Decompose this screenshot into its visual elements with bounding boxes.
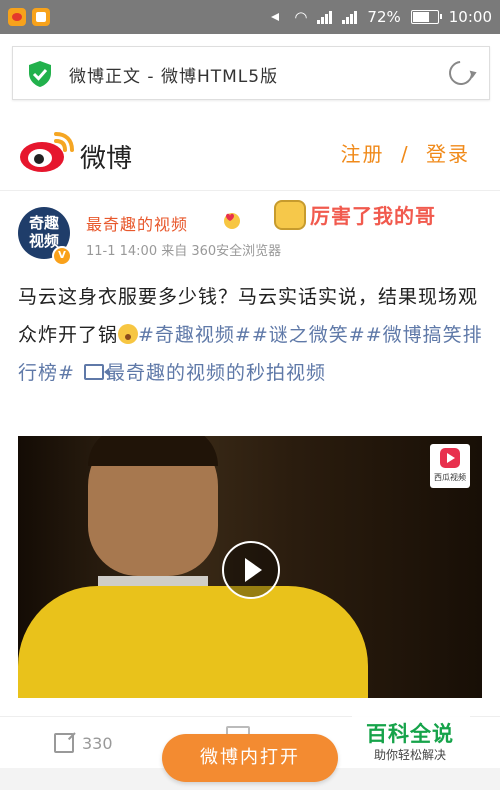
video-link[interactable]: 最奇趣的视频的秒拍视频 [106,362,326,384]
video-source-label: 西瓜视频 [434,473,466,482]
auth-links: 注册 / 登录 [341,138,470,167]
watermark-subtitle: 助你轻松解决 [374,748,447,762]
xigua-play-icon [440,448,460,468]
watermark-title: 百科全说 [366,722,454,746]
video-person-sweater [18,586,368,698]
avatar-text-line1: 奇趣 [28,214,59,232]
app-name: 微博 [80,144,133,174]
post-text: 马云这身衣服要多少钱？马云实话实说，结果现场观众炸开了锅 #奇趣视频##谜之微笑#… [18,278,488,392]
open-in-app-button[interactable]: 微博内打开 [162,734,338,782]
author-name[interactable]: 最奇趣的视频 [86,211,188,235]
register-link[interactable]: 注册 [341,138,385,167]
xigua-video-logo: 西瓜视频 [430,444,470,488]
decoration-sticker: 厉害了我的哥 [270,194,470,232]
shield-check-icon [29,61,51,87]
video-person-hair [88,436,218,466]
login-link[interactable]: 登录 [426,138,470,167]
photo-app-icon [32,8,50,26]
sticker-text: 厉害了我的哥 [310,204,436,228]
thumbs-up-icon [274,200,306,230]
site-header: 微博 注册 / 登录 [0,112,500,191]
share-button[interactable]: 330 [54,733,113,753]
heart-eyes-emoji-icon [224,213,240,229]
signal-icon [342,10,358,24]
page-url-title[interactable]: 微博正文 - 微博HTML5版 [69,62,278,87]
video-icon [83,364,109,380]
status-bar: ◠ 72% 10:00 [0,0,500,34]
signal-icon [317,10,333,24]
auth-separator: / [400,142,410,166]
hashtag-link[interactable]: #谜之微笑# [252,324,366,346]
battery-percent: 72% [367,8,401,26]
play-button[interactable] [222,541,280,599]
surprised-emoji-icon [118,324,139,344]
battery-level [412,12,429,22]
reload-icon[interactable] [444,56,478,90]
hashtag-link[interactable]: #奇趣视频# [138,324,252,346]
address-bar[interactable]: 微博正文 - 微博HTML5版 [12,46,490,100]
share-count: 330 [82,733,113,753]
share-icon [54,733,74,753]
watermark: 百科全说 助你轻松解决 [352,712,470,766]
weibo-logo-icon[interactable] [18,128,76,174]
clock: 10:00 [448,8,492,26]
post-meta: 11-1 14:00 来自 360安全浏览器 [86,244,282,259]
weibo-app-icon [8,8,26,26]
mute-icon [270,10,284,24]
battery-icon [410,10,442,24]
video-player[interactable]: 西瓜视频 [18,436,482,698]
verified-badge: V [52,246,72,266]
wifi-icon: ◠ [294,8,308,26]
